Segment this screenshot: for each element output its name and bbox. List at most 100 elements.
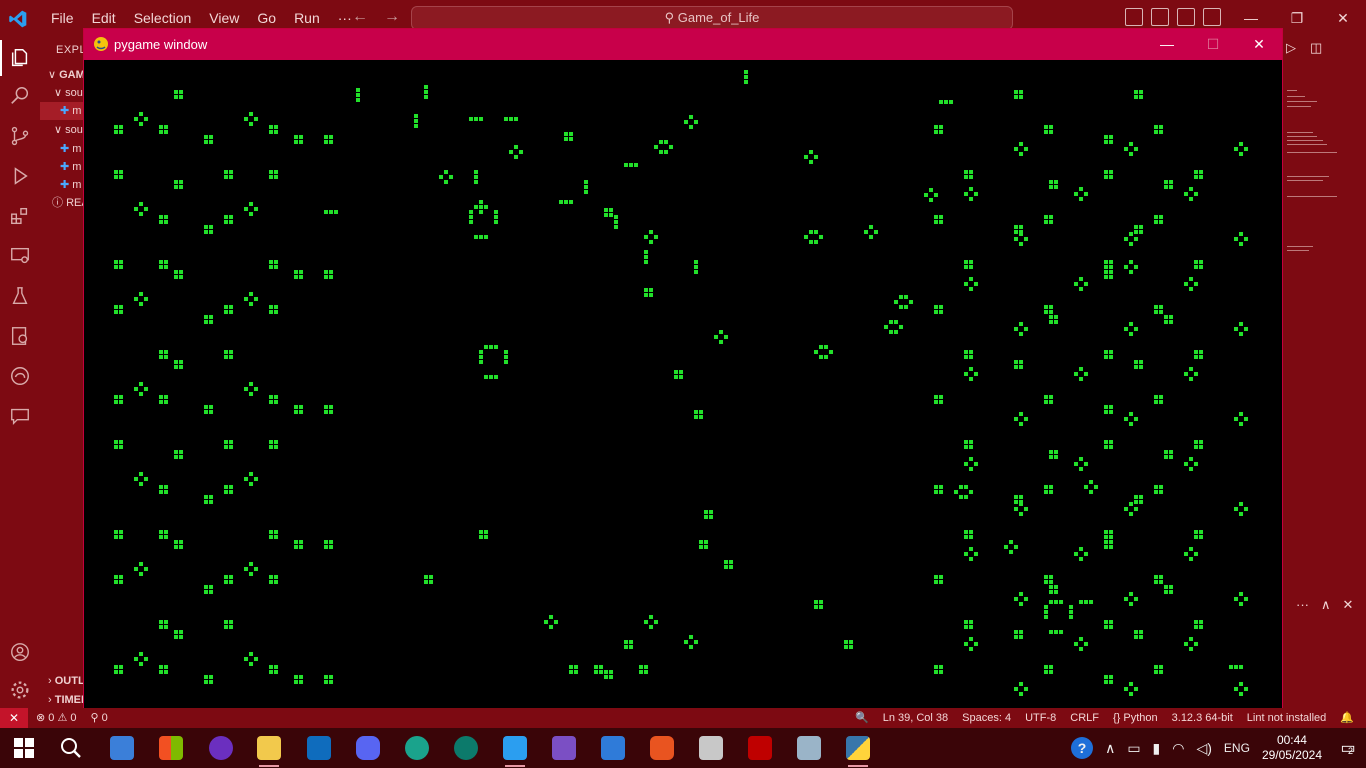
panel-more-icon[interactable]: ··· bbox=[1296, 597, 1309, 613]
run-file-icon[interactable]: ▷ bbox=[1286, 40, 1296, 56]
help-icon[interactable]: ? bbox=[1071, 737, 1094, 759]
testing-icon[interactable] bbox=[8, 284, 32, 308]
eol-status[interactable]: CRLF bbox=[1070, 708, 1099, 728]
tree-item-file[interactable]: ✚ m bbox=[60, 158, 81, 176]
live-cell bbox=[139, 472, 143, 476]
taskbar-media-player-icon[interactable] bbox=[198, 728, 244, 768]
pygame-titlebar[interactable]: pygame window — ☐ ✕ bbox=[84, 29, 1282, 60]
live-cell bbox=[514, 117, 518, 121]
live-cell bbox=[209, 500, 213, 504]
live-cell bbox=[1054, 590, 1058, 594]
extensions-icon[interactable] bbox=[8, 204, 32, 228]
taskbar-edge-dev-icon[interactable] bbox=[443, 728, 489, 768]
clock[interactable]: 00:44 29/05/2024 bbox=[1262, 733, 1322, 763]
live-cell bbox=[1014, 365, 1018, 369]
taskbar-search-icon[interactable] bbox=[48, 728, 94, 768]
live-cell bbox=[809, 240, 813, 244]
outline-section[interactable]: › OUTLI bbox=[48, 672, 88, 690]
forward-arrow-icon[interactable]: → bbox=[384, 8, 400, 26]
problems-status[interactable]: ⊗ 0 ⚠ 0 bbox=[36, 708, 76, 728]
taskbar-store-icon[interactable] bbox=[148, 728, 194, 768]
taskbar-virtualbox-icon[interactable] bbox=[590, 728, 636, 768]
toggle-secondary-sidebar-icon[interactable] bbox=[1177, 8, 1195, 26]
taskbar-discord-icon[interactable] bbox=[345, 728, 391, 768]
customize-layout-icon[interactable] bbox=[1203, 8, 1221, 26]
taskbar-vscode-icon[interactable] bbox=[492, 728, 538, 768]
taskbar-edge-icon[interactable] bbox=[394, 728, 440, 768]
toggle-panel-icon[interactable] bbox=[1151, 8, 1169, 26]
live-cell bbox=[139, 652, 143, 656]
python-interpreter[interactable]: 3.12.3 64-bit bbox=[1172, 708, 1233, 728]
tree-item-file[interactable]: ✚ m bbox=[60, 176, 81, 194]
taskbar-wsl-icon[interactable] bbox=[688, 728, 734, 768]
live-cell bbox=[1019, 332, 1023, 336]
live-cell bbox=[744, 70, 748, 74]
panel-maximize-icon[interactable]: ∧ bbox=[1321, 597, 1331, 613]
live-cell bbox=[1104, 540, 1108, 544]
taskbar-outlook-icon[interactable] bbox=[296, 728, 342, 768]
docker-icon[interactable] bbox=[8, 324, 32, 348]
live-cell bbox=[1044, 310, 1048, 314]
zoom-icon[interactable]: 🔍 bbox=[855, 708, 869, 728]
volume-icon[interactable]: ◁) bbox=[1196, 740, 1211, 757]
ports-status[interactable]: ⚲ 0 bbox=[90, 708, 107, 728]
live-cell bbox=[274, 530, 278, 534]
taskbar-folder-icon[interactable] bbox=[246, 728, 292, 768]
language-indicator[interactable]: ENG bbox=[1224, 741, 1250, 755]
chat-icon[interactable] bbox=[8, 404, 32, 428]
run-debug-icon[interactable] bbox=[8, 164, 32, 188]
live-cell bbox=[1129, 602, 1133, 606]
explorer-icon[interactable] bbox=[0, 40, 32, 76]
tree-item-folder[interactable]: ∨ sou bbox=[54, 84, 83, 102]
taskbar-remote-desktop-icon[interactable] bbox=[786, 728, 832, 768]
vscode-logo-icon[interactable] bbox=[8, 9, 28, 29]
live-cell bbox=[249, 202, 253, 206]
live-cell bbox=[1244, 147, 1248, 151]
language-mode[interactable]: {} Python bbox=[1113, 708, 1158, 728]
live-cell bbox=[624, 640, 628, 644]
toggle-primary-sidebar-icon[interactable] bbox=[1125, 8, 1143, 26]
taskbar-file-explorer-icon[interactable] bbox=[99, 728, 145, 768]
taskbar-visual-studio-icon[interactable] bbox=[541, 728, 587, 768]
cursor-position[interactable]: Ln 39, Col 38 bbox=[883, 708, 948, 728]
menu-file[interactable]: File bbox=[42, 0, 83, 36]
battery-icon[interactable]: ▮ bbox=[1153, 740, 1161, 757]
edge-devtools-icon[interactable] bbox=[8, 364, 32, 388]
notification-center-icon[interactable]: ▭ 2 bbox=[1330, 738, 1366, 758]
windows-start-icon[interactable] bbox=[14, 738, 34, 758]
live-cell bbox=[164, 350, 168, 354]
vscode-close-button[interactable]: ✕ bbox=[1320, 0, 1366, 36]
taskbar-ubuntu-icon[interactable] bbox=[639, 728, 685, 768]
search-icon[interactable] bbox=[8, 84, 32, 108]
tree-item-file[interactable]: ✚ m bbox=[60, 140, 81, 158]
command-center-search[interactable]: ⚲ Game_of_Life bbox=[411, 6, 1013, 30]
live-cell bbox=[1024, 597, 1028, 601]
pygame-close-button[interactable]: ✕ bbox=[1236, 29, 1282, 60]
lint-status[interactable]: Lint not installed bbox=[1247, 708, 1327, 728]
account-icon[interactable] bbox=[8, 640, 32, 664]
taskbar-python-icon[interactable] bbox=[835, 728, 881, 768]
indentation-status[interactable]: Spaces: 4 bbox=[962, 708, 1011, 728]
source-control-icon[interactable] bbox=[8, 124, 32, 148]
live-cell bbox=[1129, 512, 1133, 516]
wifi-icon[interactable]: ◠ bbox=[1172, 740, 1184, 757]
live-cell bbox=[494, 345, 498, 349]
back-arrow-icon[interactable]: ← bbox=[352, 8, 368, 26]
game-of-life-grid[interactable] bbox=[84, 60, 1282, 709]
pygame-minimize-button[interactable]: — bbox=[1144, 29, 1190, 60]
split-editor-icon[interactable]: ◫ bbox=[1310, 40, 1322, 56]
live-cell bbox=[504, 355, 508, 359]
remote-explorer-icon[interactable] bbox=[8, 244, 32, 268]
tray-overflow-icon[interactable]: ∧ bbox=[1105, 740, 1115, 757]
network-icon[interactable]: ▭ bbox=[1127, 740, 1140, 757]
remote-indicator[interactable]: ✕ bbox=[0, 708, 28, 728]
settings-gear-icon[interactable] bbox=[8, 678, 32, 702]
live-cell bbox=[119, 170, 123, 174]
panel-close-icon[interactable]: ✕ bbox=[1343, 597, 1354, 613]
live-cell bbox=[484, 530, 488, 534]
encoding-status[interactable]: UTF-8 bbox=[1025, 708, 1056, 728]
taskbar-filezilla-icon[interactable] bbox=[737, 728, 783, 768]
notifications-bell-icon[interactable]: 🔔 bbox=[1340, 708, 1354, 728]
timeline-section[interactable]: › TIMEL bbox=[48, 691, 88, 709]
tree-item-folder[interactable]: ∨ sou bbox=[54, 121, 83, 139]
